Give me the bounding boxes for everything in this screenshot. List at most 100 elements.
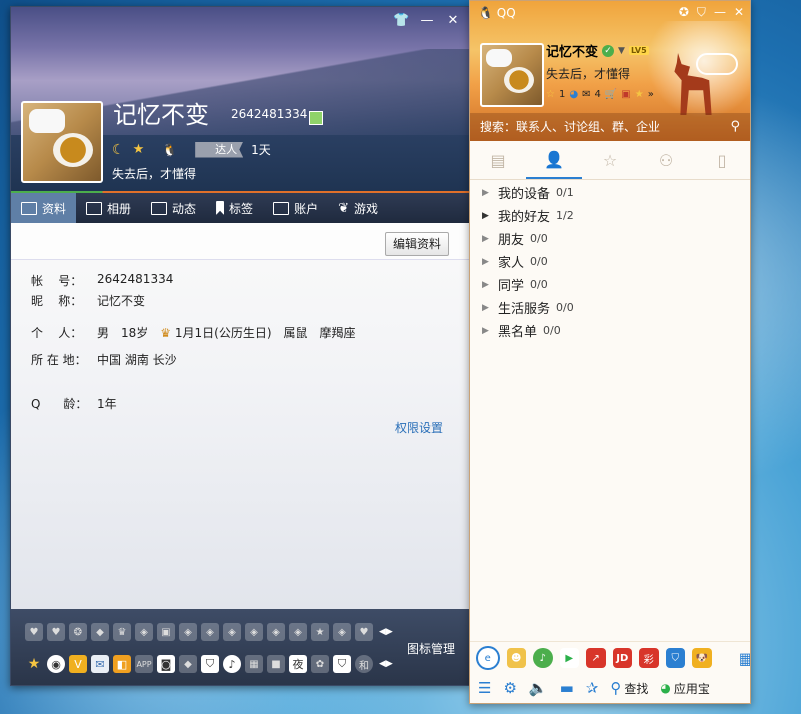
diamond-icon[interactable]: ◆	[91, 623, 109, 641]
star-icon[interactable]: ☆	[546, 89, 555, 100]
tab-feed[interactable]: 动态	[141, 193, 206, 223]
diamond-icon[interactable]: ◆	[179, 655, 197, 673]
shield-icon[interactable]: ⛉	[201, 655, 219, 673]
crown-icon[interactable]: ♛	[113, 623, 131, 641]
main-menu-icon[interactable]: ☰	[478, 679, 491, 697]
heart-icon[interactable]: ♥	[25, 623, 43, 641]
star-icon[interactable]: ★	[25, 655, 43, 673]
tab-phone[interactable]: ▯	[694, 141, 750, 179]
qq-nickname[interactable]: 记忆不变 ✓ ▼ LV5	[546, 41, 649, 60]
icon-manage-link[interactable]: 图标管理	[407, 640, 455, 657]
group-life-services[interactable]: ▶ 生活服务 0/0	[470, 296, 750, 319]
speaker-icon[interactable]: 🔈	[529, 679, 548, 697]
diamond-icon[interactable]: ◈	[135, 623, 153, 641]
shield-icon[interactable]: ⛉	[333, 655, 351, 673]
skin-star-icon[interactable]: ✪	[679, 5, 689, 20]
wallet-icon[interactable]: ◧	[113, 655, 131, 673]
night-icon[interactable]: 夜	[289, 655, 307, 673]
app-grid-icon[interactable]: ▦	[737, 648, 750, 668]
medal-icon[interactable]: ❂	[69, 623, 87, 641]
lottery-icon[interactable]: 彩	[639, 648, 659, 668]
camera-icon[interactable]: ◙	[157, 655, 175, 673]
qq-pet-icon[interactable]: ☻	[506, 648, 526, 668]
heart-icon[interactable]: ♥	[47, 623, 65, 641]
badge-icon[interactable]: ▣	[157, 623, 175, 641]
folder-icon[interactable]: ▬	[560, 679, 574, 697]
diamond-icon[interactable]: ◈	[223, 623, 241, 641]
security-icon[interactable]: ⛉	[697, 5, 706, 20]
tab-album[interactable]: 相册	[76, 193, 141, 223]
avatar[interactable]	[21, 101, 103, 183]
group-my-friends[interactable]: ▶ 我的好友 1/2	[470, 204, 750, 227]
profile-nickname: 记忆不变	[113, 101, 209, 129]
scroll-arrows-icon[interactable]: ◀▶	[379, 659, 393, 669]
tab-messages[interactable]: ▤	[470, 141, 526, 179]
tab-games[interactable]: ❦ 游戏	[328, 193, 388, 223]
qq-logo: 🐧 QQ	[478, 6, 516, 20]
chevron-down-icon[interactable]: ▼	[618, 46, 625, 56]
dog-icon[interactable]: 🐶	[692, 648, 712, 668]
tab-tags[interactable]: 标签	[206, 193, 263, 223]
minimize-button[interactable]: —	[714, 5, 726, 20]
star-icon[interactable]: ★	[311, 623, 329, 641]
jd-icon[interactable]: JD	[612, 648, 632, 668]
group-my-devices[interactable]: ▶ 我的设备 0/1	[470, 181, 750, 204]
diamond-icon[interactable]: ◈	[289, 623, 307, 641]
mail-icon[interactable]: ✉	[91, 655, 109, 673]
pet-icon[interactable]: ✿	[311, 655, 329, 673]
group-classmates[interactable]: ▶ 同学 0/0	[470, 273, 750, 296]
diamond-icon[interactable]: ◈	[267, 623, 285, 641]
app-icon[interactable]: APP	[135, 655, 153, 673]
scroll-arrows-icon[interactable]: ◀▶	[379, 627, 393, 637]
minimize-button[interactable]: —	[419, 13, 435, 29]
edit-remark-icon[interactable]	[309, 111, 323, 125]
daren-badge[interactable]: 达人	[195, 141, 244, 158]
close-button[interactable]: ✕	[445, 13, 461, 29]
find-button[interactable]: ⚲ 查找	[610, 679, 648, 697]
online-status-icon[interactable]: ✓	[602, 44, 615, 57]
star-icon[interactable]: ★	[635, 89, 644, 100]
qzone-icon[interactable]: ◉	[47, 655, 65, 673]
diamond-icon[interactable]: ◈	[333, 623, 351, 641]
group-blacklist[interactable]: ▶ 黑名单 0/0	[470, 319, 750, 342]
search-input[interactable]	[480, 118, 720, 136]
edit-profile-button[interactable]: 编辑资料	[384, 232, 449, 256]
skin-icon[interactable]: 👕	[393, 13, 409, 29]
avatar[interactable]	[480, 43, 544, 107]
permission-settings-link[interactable]: 权限设置	[395, 419, 443, 436]
tab-account[interactable]: 账户	[263, 193, 328, 223]
diamond-icon[interactable]: ◈	[179, 623, 197, 641]
group-family[interactable]: ▶ 家人 0/0	[470, 250, 750, 273]
music-icon[interactable]: ♪	[223, 655, 241, 673]
qzone-icon[interactable]: ◕	[569, 89, 578, 100]
diamond-icon[interactable]: ◈	[201, 623, 219, 641]
weather-cloud-icon[interactable]	[692, 43, 742, 77]
gift-icon[interactable]: ▦	[245, 655, 263, 673]
tab-groups[interactable]: ⚇	[638, 141, 694, 179]
more-icon[interactable]: »	[648, 89, 654, 100]
tab-info[interactable]: 资料	[11, 193, 77, 223]
browser-icon[interactable]: e	[476, 646, 500, 670]
mail-icon[interactable]: ✉	[582, 89, 590, 100]
profile-signature[interactable]: 失去后，才懂得	[112, 165, 196, 182]
stock-icon[interactable]: ↗	[586, 648, 606, 668]
group-friends[interactable]: ▶ 朋友 0/0	[470, 227, 750, 250]
diamond-icon[interactable]: ◈	[245, 623, 263, 641]
gear-icon[interactable]: ⚙	[503, 679, 516, 697]
search-icon[interactable]: ⚲	[730, 119, 740, 134]
app-store-button[interactable]: ◕ 应用宝	[660, 680, 710, 697]
tab-contacts[interactable]: 👤	[526, 141, 582, 179]
star-box-icon[interactable]: ✰	[586, 679, 599, 697]
wallet-icon[interactable]: ▣	[621, 89, 630, 100]
heart-icon[interactable]: ♥	[355, 623, 373, 641]
circle-badge-icon[interactable]: 和	[355, 655, 373, 673]
qq-signature[interactable]: 失去后，才懂得	[546, 65, 630, 82]
video-icon[interactable]: ■	[267, 655, 285, 673]
vip-icon[interactable]: V	[69, 655, 87, 673]
play-icon[interactable]: ▶	[559, 648, 579, 668]
security-icon[interactable]: ⛉	[665, 648, 685, 668]
music-icon[interactable]: ♪	[533, 648, 553, 668]
cart-icon[interactable]: 🛒	[605, 89, 617, 100]
close-button[interactable]: ✕	[734, 5, 744, 20]
tab-favorites[interactable]: ☆	[582, 141, 638, 179]
